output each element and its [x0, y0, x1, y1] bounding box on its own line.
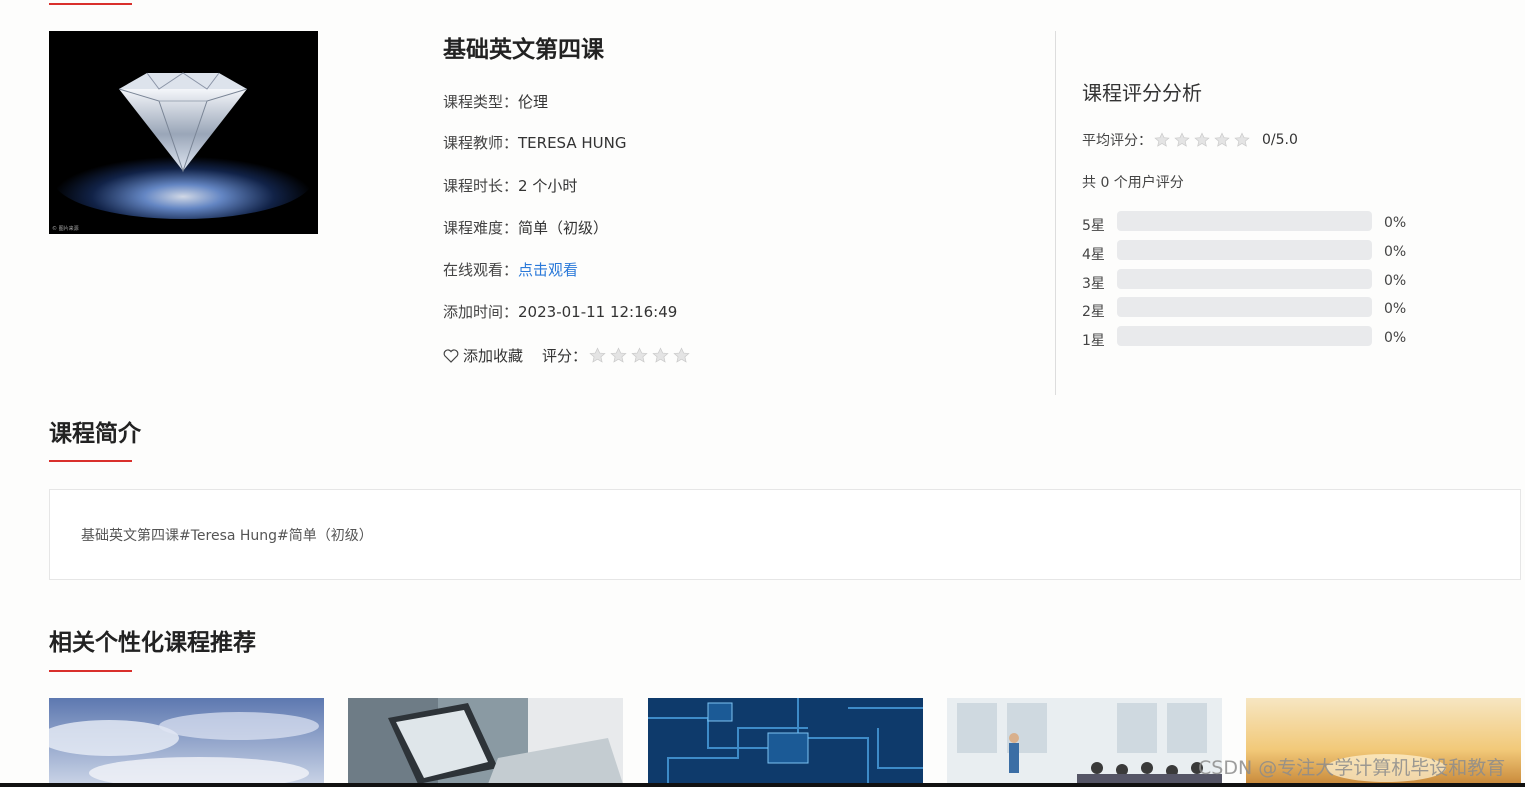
course-teacher-label: 课程教师： — [443, 134, 519, 152]
star-icon — [1234, 132, 1250, 147]
course-type-row: 课程类型：伦理 — [443, 91, 548, 112]
analysis-title: 课程评分分析 — [1082, 81, 1202, 105]
average-rating: 平均评分： 0/5.0 — [1082, 130, 1298, 150]
rating-star-label: 5星 — [1082, 218, 1105, 234]
laptop-writing-image — [348, 698, 623, 784]
course-type-value: 伦理 — [518, 93, 549, 111]
star-icon[interactable] — [589, 347, 606, 364]
rating-percent: 0% — [1384, 215, 1407, 231]
course-added-value: 2023-01-11 12:16:49 — [518, 303, 678, 321]
rating-bar — [1117, 268, 1372, 289]
rating-star-label: 2星 — [1082, 304, 1105, 321]
rating-analysis: 课程评分分析 平均评分： 0/5.0 共 0 个用户评分 5星 0% 4星 0% 3星 0… — [1082, 78, 1502, 349]
average-rating-score: 0/5.0 — [1262, 132, 1298, 148]
star-icon[interactable] — [652, 347, 669, 364]
heart-icon — [443, 348, 459, 363]
course-title: 基础英文第四课 — [443, 37, 604, 63]
rating-distribution-row: 1星 0% — [1082, 326, 1422, 349]
rating-bar — [1117, 239, 1372, 260]
course-duration-row: 课程时长：2 个小时 — [443, 175, 577, 196]
rating-bar — [1117, 326, 1372, 347]
course-actions: 添加收藏 评分： — [443, 345, 690, 366]
course-added-label: 添加时间： — [443, 303, 519, 321]
recommend-course-card[interactable] — [348, 698, 623, 784]
recommend-heading-underline — [49, 670, 132, 672]
star-icon — [1194, 132, 1210, 147]
star-icon[interactable] — [610, 347, 627, 364]
rating-percent: 0% — [1384, 272, 1407, 289]
diamond-image — [49, 31, 318, 234]
top-section-underline — [49, 3, 132, 5]
rating-bar — [1117, 211, 1372, 231]
star-icon — [1174, 132, 1190, 147]
rate-label: 评分： — [542, 347, 588, 365]
course-duration-label: 课程时长： — [443, 177, 519, 195]
star-icon — [1154, 132, 1170, 147]
rating-star-label: 4星 — [1082, 246, 1105, 263]
course-watch-label: 在线观看： — [443, 261, 519, 279]
course-type-label: 课程类型： — [443, 93, 519, 111]
recommend-course-card[interactable] — [648, 698, 923, 784]
rating-percent: 0% — [1384, 330, 1407, 347]
watch-online-link[interactable]: 点击观看 — [518, 261, 578, 279]
rating-percent: 0% — [1384, 243, 1407, 260]
add-favorite-label: 添加收藏 — [463, 347, 524, 365]
rating-distribution-row: 4星 0% — [1082, 239, 1422, 263]
circuit-board-image — [648, 698, 923, 784]
course-teacher-value: TERESA HUNG — [518, 134, 627, 152]
rating-distribution-row: 3星 0% — [1082, 268, 1422, 292]
intro-heading-underline — [49, 460, 132, 462]
course-cover-image: © 图片来源 — [49, 31, 318, 234]
intro-heading: 课程简介 — [49, 421, 141, 447]
course-info: 基础英文第四课 课程类型：伦理 课程教师：TERESA HUNG 课程时长：2 … — [443, 33, 1023, 365]
recommend-heading: 相关个性化课程推荐 — [49, 630, 256, 656]
course-added-row: 添加时间：2023-01-11 12:16:49 — [443, 301, 677, 322]
course-watch-row: 在线观看：点击观看 — [443, 259, 578, 280]
star-icon[interactable] — [631, 347, 648, 364]
course-duration-value: 2 个小时 — [518, 177, 578, 195]
rating-bar — [1117, 297, 1372, 318]
column-divider — [1055, 31, 1056, 395]
course-difficulty-value: 简单（初级） — [518, 219, 609, 237]
intro-box: 基础英文第四课#Teresa Hung#简单（初级） — [49, 489, 1521, 580]
total-ratings: 共 0 个用户评分 — [1082, 175, 1184, 191]
rating-distribution-row: 2星 0% — [1082, 297, 1422, 320]
rating-distribution-row: 5星 0% — [1082, 211, 1422, 234]
add-favorite-button[interactable]: 添加收藏 — [443, 345, 523, 366]
recommend-course-card[interactable] — [947, 698, 1222, 784]
star-icon[interactable] — [673, 347, 690, 364]
bottom-edge — [0, 783, 1525, 787]
intro-text: 基础英文第四课#Teresa Hung#简单（初级） — [81, 528, 373, 544]
star-icon — [1214, 132, 1230, 147]
rating-star-label: 1星 — [1082, 333, 1105, 350]
sky-clouds-image — [49, 698, 324, 784]
recommend-course-card[interactable] — [49, 698, 324, 784]
course-difficulty-row: 课程难度：简单（初级） — [443, 217, 608, 238]
average-rating-label: 平均评分： — [1082, 133, 1152, 149]
average-rating-stars — [1154, 132, 1250, 148]
classroom-presentation-image — [947, 698, 1222, 784]
rating-percent: 0% — [1384, 301, 1407, 318]
watermark-text: CSDN @专注大学计算机毕设和教育 — [1198, 757, 1506, 779]
rating-stars-input[interactable] — [589, 347, 690, 364]
course-difficulty-label: 课程难度： — [443, 219, 519, 237]
course-teacher-row: 课程教师：TERESA HUNG — [443, 132, 627, 153]
cover-caption: © 图片来源 — [52, 226, 79, 232]
rating-star-label: 3星 — [1082, 275, 1105, 292]
